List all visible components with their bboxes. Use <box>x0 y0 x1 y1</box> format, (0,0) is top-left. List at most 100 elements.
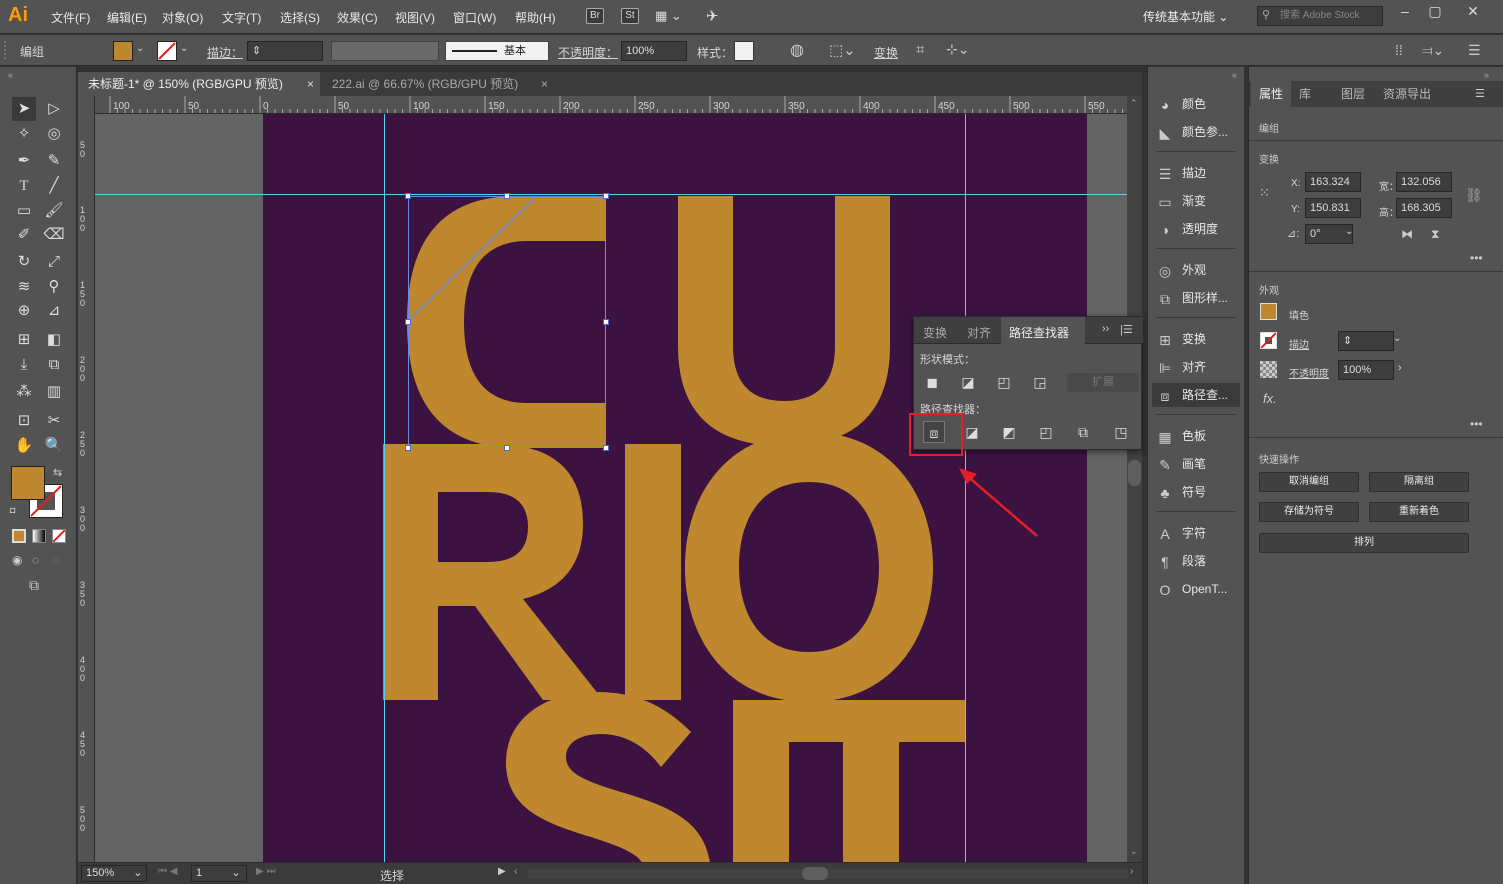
opacity-field[interactable]: 100% <box>1338 360 1394 380</box>
tab-properties[interactable]: 属性 <box>1251 81 1292 107</box>
ungroup-button[interactable]: 取消编组 <box>1259 472 1359 492</box>
eraser-tool-icon[interactable]: ⌫ <box>42 223 66 247</box>
draw-behind-icon[interactable]: ◌ <box>32 553 39 567</box>
selection-tool-icon[interactable]: ➤ <box>12 97 36 121</box>
workspace-switcher[interactable]: 传统基本功能 ⌄ <box>1143 8 1228 25</box>
symbol-sprayer-tool-icon[interactable]: ⁂ <box>12 380 36 404</box>
hand-tool-icon[interactable]: ✋ <box>12 434 36 458</box>
align-to-icon[interactable]: ⬚⌄ <box>829 41 856 59</box>
last-artboard-icon[interactable]: ▶ ⏭ <box>256 866 275 877</box>
selection-bounding-box[interactable] <box>408 196 606 448</box>
horizontal-ruler[interactable]: 100 50 0 50 100 150 200 250 300 350 400 … <box>95 96 1127 114</box>
resize-handle[interactable] <box>603 445 609 451</box>
menu-type[interactable]: 文字(T) <box>222 9 261 26</box>
vertical-ruler[interactable]: 5 0 1 0 0 1 5 0 2 0 0 2 5 0 3 0 0 3 5 0 … <box>78 96 95 862</box>
shaper-tool-icon[interactable]: ✐ <box>12 223 36 247</box>
appearance-stroke-swatch[interactable] <box>1260 332 1277 349</box>
minus-front-icon[interactable]: ◪ <box>957 371 979 393</box>
unite-icon[interactable]: ◼ <box>921 371 943 393</box>
tab-asset-export[interactable]: 资源导出 <box>1375 81 1439 107</box>
direct-selection-tool-icon[interactable]: ▷ <box>42 97 66 121</box>
isolate-group-button[interactable]: 隔离组 <box>1369 472 1469 492</box>
gradient-mode-icon[interactable] <box>32 529 46 543</box>
scroll-right-icon[interactable]: › <box>1130 866 1133 877</box>
flip-horizontal-icon[interactable]: ⧓ <box>1401 227 1413 241</box>
stock-search-input[interactable]: 搜索 Adobe Stock <box>1257 6 1383 26</box>
y-field[interactable]: 150.831 <box>1305 198 1361 218</box>
letter-o-shape[interactable] <box>685 432 933 702</box>
stock-button[interactable]: St <box>621 8 639 24</box>
arrange-icon[interactable]: ⁞⁞ <box>1395 42 1403 58</box>
slice-tool-icon[interactable]: ✂ <box>42 409 66 433</box>
variable-width-profile[interactable] <box>331 41 439 61</box>
chevron-down-icon[interactable]: ⌄ <box>1345 226 1353 237</box>
more-options-icon[interactable]: ••• <box>1470 251 1483 265</box>
outline-icon[interactable]: ⧉ <box>1072 421 1094 443</box>
expand-button[interactable]: 扩展 <box>1067 373 1139 392</box>
menu-object[interactable]: 对象(O) <box>162 9 203 26</box>
rectangle-tool-icon[interactable]: ▭ <box>12 199 36 223</box>
stroke-label[interactable]: 描边 <box>1289 336 1309 351</box>
layout-icon[interactable]: ⫤⌄ <box>1422 42 1444 59</box>
first-artboard-icon[interactable]: ⏮ ◀ <box>158 866 177 877</box>
puppet-warp-tool-icon[interactable]: ⚲ <box>42 275 66 299</box>
bridge-button[interactable]: Br <box>586 8 604 24</box>
recolor-button[interactable]: 重新着色 <box>1369 502 1469 522</box>
resize-handle[interactable] <box>603 319 609 325</box>
default-colors-icon[interactable]: ◘ <box>10 505 15 515</box>
none-mode-icon[interactable] <box>52 529 66 543</box>
close-window-button[interactable]: ✕ <box>1458 3 1488 23</box>
color-mode-icon[interactable] <box>12 529 26 543</box>
panel-align[interactable]: ⊫ 对齐 <box>1156 355 1206 379</box>
save-as-symbol-button[interactable]: 存储为符号 <box>1259 502 1359 522</box>
resize-handle[interactable] <box>405 193 411 199</box>
opacity-label[interactable]: 不透明度： <box>558 44 618 61</box>
panel-menu-icon[interactable]: ☰ <box>1475 87 1485 100</box>
letter-r-shape[interactable] <box>383 444 603 700</box>
recolor-artwork-icon[interactable]: ◍ <box>790 40 804 60</box>
type-tool-icon[interactable]: T <box>12 174 36 198</box>
blend-tool-icon[interactable]: ⧉ <box>42 353 66 377</box>
zoom-tool-icon[interactable]: 🔍 <box>42 434 66 458</box>
letter-u-shape[interactable] <box>678 196 890 446</box>
scale-tool-icon[interactable]: ⤢ <box>42 250 66 274</box>
artboard-number-field[interactable]: 1 ⌄ <box>191 865 247 882</box>
panel-pathfinder[interactable]: ⧈ 路径查... <box>1152 383 1240 407</box>
constrain-proportions-icon[interactable]: ⛓ <box>1465 187 1483 204</box>
tab-layers[interactable]: 图层 <box>1333 81 1373 107</box>
panel-character[interactable]: A 字符 <box>1156 521 1206 545</box>
vertical-scrollbar[interactable]: ⌃ ⌄ <box>1127 96 1142 862</box>
stroke-weight-field[interactable]: ⇕ <box>1338 331 1394 351</box>
tab-transform[interactable]: 变换 <box>923 324 947 341</box>
resize-handle[interactable] <box>405 319 411 325</box>
panel-appearance[interactable]: ◎ 外观 <box>1156 258 1206 282</box>
panel-transparency[interactable]: ◑ 透明度 <box>1156 217 1218 241</box>
panel-menu-icon[interactable]: ☰ <box>1468 42 1481 59</box>
panel-color-guide[interactable]: ◣ 颜色参... <box>1156 120 1228 144</box>
close-tab-icon[interactable]: × <box>541 77 548 91</box>
chevron-down-icon[interactable]: ⌄ <box>180 43 188 54</box>
crop-icon[interactable]: ◰ <box>1035 421 1057 443</box>
menu-file[interactable]: 文件(F) <box>51 9 90 26</box>
guide-horizontal[interactable] <box>95 194 1127 195</box>
width-field[interactable]: 132.056 <box>1396 172 1452 192</box>
horizontal-scroll-thumb[interactable] <box>802 867 828 880</box>
stroke-label[interactable]: 描边： <box>207 44 243 61</box>
guide-vertical-left[interactable] <box>384 114 385 862</box>
gradient-tool-icon[interactable]: ◧ <box>42 328 66 352</box>
horizontal-scrollbar[interactable] <box>528 869 1128 879</box>
tab-libraries[interactable]: 库 <box>1291 81 1319 107</box>
menu-view[interactable]: 视图(V) <box>395 9 435 26</box>
more-options-icon[interactable]: ••• <box>1470 417 1483 431</box>
effects-icon[interactable]: fx. <box>1263 391 1277 406</box>
opacity-field[interactable]: 100% <box>621 41 687 61</box>
panel-symbols[interactable]: ♣ 符号 <box>1156 480 1206 504</box>
swap-colors-icon[interactable]: ⇆ <box>53 466 62 479</box>
tab-pathfinder[interactable]: 路径查找器 <box>1001 317 1085 345</box>
arrange-documents-icon[interactable]: ▦ ⌄ <box>655 8 682 24</box>
flip-vertical-icon[interactable]: ⧗ <box>1431 227 1439 242</box>
tab-align[interactable]: 对齐 <box>967 324 991 341</box>
collapse-icon[interactable]: « <box>1232 70 1237 80</box>
lasso-tool-icon[interactable]: ◎ <box>42 122 66 146</box>
resize-handle[interactable] <box>603 193 609 199</box>
